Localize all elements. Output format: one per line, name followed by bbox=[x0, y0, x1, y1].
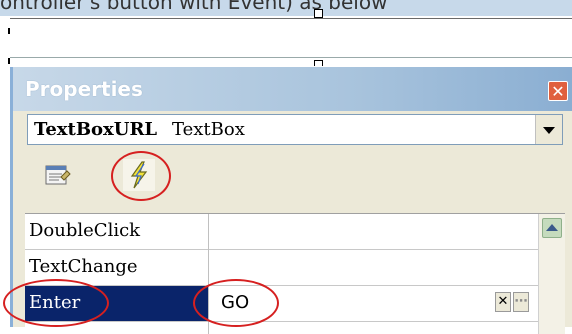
event-row-doubleclick[interactable]: DoubleClick bbox=[25, 214, 539, 250]
highlight-circle-events bbox=[111, 151, 171, 201]
selected-object-name: TextBoxURL bbox=[34, 119, 158, 140]
properties-toolbar bbox=[27, 149, 567, 209]
object-selector-dropdown[interactable]: TextBoxURL TextBox bbox=[27, 114, 563, 145]
event-name: TextChange bbox=[29, 256, 138, 277]
event-row-textchange[interactable]: TextChange bbox=[25, 250, 539, 286]
selected-object-type: TextBox bbox=[172, 119, 245, 140]
properties-title-bar: Properties ✕ bbox=[13, 67, 572, 111]
resize-handle-top[interactable] bbox=[314, 9, 323, 18]
events-grid: DoubleClick TextChange Enter GO ✕ ⋯ bbox=[25, 213, 565, 334]
highlight-circle-go bbox=[193, 279, 279, 327]
properties-title: Properties bbox=[25, 77, 143, 101]
designer-textbox[interactable] bbox=[10, 18, 572, 58]
designer-caption-strip: ontroller's button with Event) as below bbox=[0, 0, 572, 16]
ellipsis-button[interactable]: ⋯ bbox=[513, 292, 529, 312]
highlight-circle-enter bbox=[3, 279, 109, 327]
designer-caption: ontroller's button with Event) as below bbox=[0, 0, 388, 14]
events-scrollbar[interactable] bbox=[538, 214, 565, 334]
chevron-down-icon[interactable] bbox=[535, 115, 562, 144]
properties-window: Properties ✕ TextBoxURL TextBox DoubleCl… bbox=[3, 67, 572, 334]
selection-edge-mark bbox=[8, 58, 10, 64]
property-pages-icon[interactable] bbox=[45, 163, 71, 187]
clear-value-button[interactable]: ✕ bbox=[495, 292, 511, 312]
scroll-up-icon[interactable] bbox=[542, 218, 562, 238]
resize-handle-bottom[interactable] bbox=[314, 60, 323, 66]
event-name: DoubleClick bbox=[29, 220, 141, 241]
close-icon: ✕ bbox=[551, 82, 565, 101]
close-button[interactable]: ✕ bbox=[548, 81, 568, 101]
